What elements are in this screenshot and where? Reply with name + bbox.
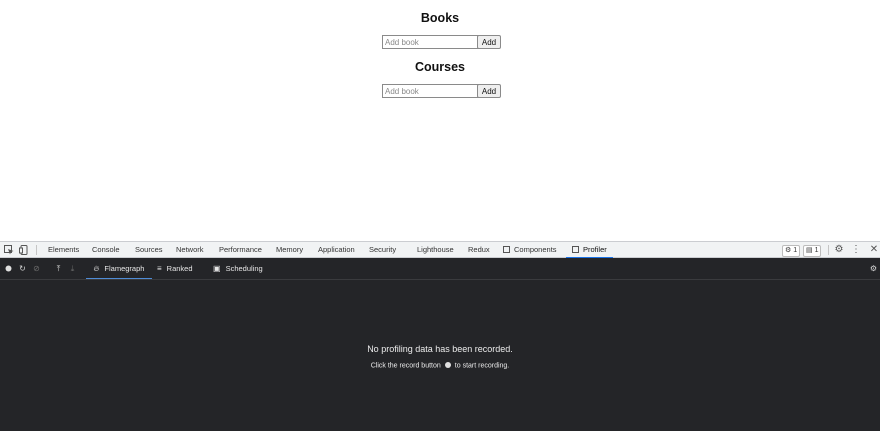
books-section: Books (0, 11, 880, 25)
tab-redux[interactable]: Redux (468, 242, 490, 258)
record-dot-icon (444, 362, 451, 368)
messages-badge[interactable]: ▤ 1 (803, 245, 822, 257)
more-options-icon[interactable]: ⋮ (851, 245, 861, 255)
tab-elements[interactable]: Elements (48, 242, 79, 258)
tab-performance[interactable]: Performance (219, 242, 262, 258)
tabbar-divider (36, 245, 37, 255)
clear-profiling-icon[interactable]: ⊘ (32, 264, 41, 273)
tab-security[interactable]: Security (369, 242, 396, 258)
tab-profiler[interactable]: Profiler (566, 242, 613, 258)
profiler-settings-icon[interactable]: ⚙ (869, 264, 878, 273)
messages-icon: ▤ (806, 247, 813, 254)
flamegraph-label: Flamegraph (104, 264, 145, 273)
tab-components-label: Components (514, 245, 557, 254)
hint-text-after: to start recording. (454, 362, 510, 370)
settings-gear-icon[interactable]: ⚙ (834, 245, 844, 255)
issues-badge[interactable]: ⚙ 1 (782, 245, 801, 257)
add-course-input[interactable] (382, 84, 479, 98)
courses-heading: Courses (414, 60, 466, 74)
tab-sources[interactable]: Sources (135, 242, 163, 258)
add-book-button[interactable]: Add (477, 35, 501, 49)
hint-text-before: Click the record button (370, 362, 441, 370)
books-heading: Books (420, 11, 460, 25)
add-course-button[interactable]: Add (477, 84, 501, 98)
messages-count: 1 (814, 247, 819, 254)
books-form: Add (382, 35, 512, 49)
empty-state-title: No profiling data has been recorded. (367, 344, 513, 354)
tabbar-divider-right (828, 245, 829, 255)
tab-profiler-label: Profiler (583, 245, 607, 254)
profiler-tab-flamegraph[interactable]: 🔥︎ Flamegraph (86, 258, 152, 279)
reload-and-profile-icon[interactable]: ↻ (18, 264, 27, 273)
issues-icon: ⚙ (785, 247, 792, 254)
courses-section: Courses (0, 60, 880, 74)
save-profile-icon[interactable]: ⤓ (68, 264, 77, 273)
components-icon (503, 246, 510, 253)
tab-console[interactable]: Console (92, 242, 120, 258)
issues-count: 1 (793, 247, 798, 254)
device-toolbar-icon[interactable] (19, 245, 29, 255)
devtools-panel: Elements Console Sources Network Perform… (0, 241, 880, 431)
profiler-tab-ranked[interactable]: ≡ Ranked (157, 258, 193, 279)
tab-memory[interactable]: Memory (276, 242, 303, 258)
ranked-label: Ranked (166, 264, 193, 273)
tab-application[interactable]: Application (318, 242, 355, 258)
tab-network[interactable]: Network (176, 242, 204, 258)
tab-components[interactable]: Components (503, 242, 557, 258)
tab-lighthouse[interactable]: Lighthouse (417, 242, 454, 258)
inspect-element-icon[interactable] (4, 245, 14, 255)
profiler-panel: ↻ ⊘ ⤒ ⤓ 🔥︎ Flamegraph ≡ Ranked ▣ Scheduling… (0, 258, 880, 431)
flame-icon: 🔥︎ (93, 264, 100, 273)
profiler-icon (572, 246, 579, 253)
courses-form: Add (382, 84, 512, 98)
profiler-toolbar: ↻ ⊘ ⤒ ⤓ 🔥︎ Flamegraph ≡ Ranked ▣ Scheduling… (0, 258, 880, 280)
scheduling-label: Scheduling (225, 264, 263, 273)
record-button-icon[interactable] (4, 264, 13, 273)
load-profile-icon[interactable]: ⤒ (54, 264, 63, 273)
app-page: Books Add Courses Add (0, 0, 880, 241)
calendar-icon: ▣ (213, 264, 221, 273)
empty-state-hint: Click the record button to start recordin… (0, 362, 880, 370)
devtools-tabbar: Elements Console Sources Network Perform… (0, 241, 880, 258)
close-devtools-icon[interactable]: ✕ (869, 245, 879, 255)
ranked-list-icon: ≡ (157, 264, 162, 273)
add-book-input[interactable] (382, 35, 479, 49)
profiler-tab-scheduling[interactable]: ▣ Scheduling (213, 258, 263, 279)
